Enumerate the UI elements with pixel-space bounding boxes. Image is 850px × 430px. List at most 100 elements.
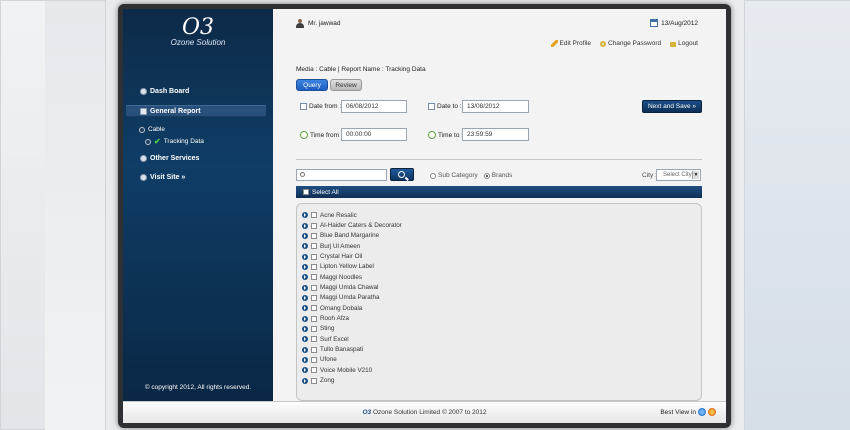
search-button[interactable] [390, 168, 414, 181]
expand-icon[interactable] [302, 346, 308, 353]
link-label: Logout [678, 40, 698, 47]
expand-icon[interactable] [302, 356, 308, 363]
expand-icon[interactable] [302, 284, 308, 291]
brand-checkbox[interactable] [311, 274, 317, 281]
search-input[interactable] [296, 169, 387, 181]
label-text: Date to : [437, 103, 462, 110]
list-item[interactable]: Burj Ul Ameen [302, 241, 701, 251]
select-all-bar[interactable]: Select All [296, 186, 702, 198]
brand-checkbox[interactable] [311, 346, 317, 353]
expand-icon[interactable] [302, 325, 308, 332]
list-item[interactable]: Omang Dobala [302, 303, 701, 313]
expand-icon[interactable] [302, 222, 308, 229]
breadcrumb: Media : Cable | Report Name : Tracking D… [296, 66, 426, 73]
calendar-icon [300, 103, 307, 110]
expand-icon[interactable] [302, 263, 308, 270]
brand-checkbox[interactable] [311, 243, 317, 250]
brand-label: Voice Mobile V210 [320, 366, 373, 374]
brand-checkbox[interactable] [311, 253, 317, 260]
brand-checkbox[interactable] [311, 232, 317, 239]
list-item[interactable]: Voice Mobile V210 [302, 365, 701, 375]
next-and-save-button[interactable]: Next and Save » [642, 100, 702, 113]
brand-label: Zong [320, 377, 335, 385]
brand-checkbox[interactable] [311, 356, 317, 363]
sidebar-sub-cable[interactable]: Cable [139, 126, 165, 133]
radio-label: Brands [491, 172, 513, 179]
radio-brands[interactable]: Brands [483, 172, 513, 179]
list-item[interactable]: Maggi Umda Chawal [302, 282, 701, 292]
expand-icon[interactable] [302, 232, 308, 239]
brand-checkbox[interactable] [311, 367, 317, 374]
list-item[interactable]: Sting [302, 324, 701, 334]
clock-icon [300, 131, 308, 139]
best-view: Best View in [660, 408, 716, 416]
date-to-input[interactable]: 13/08/2012 [462, 100, 529, 113]
time-from-input[interactable]: 00:00:00 [341, 128, 407, 141]
background-ghost-left [0, 0, 106, 430]
sidebar-sub-label: Tracking Data [163, 138, 204, 145]
list-item[interactable]: Maggi Noodles [302, 272, 701, 282]
select-all-checkbox[interactable] [303, 189, 309, 195]
expand-icon[interactable] [302, 377, 308, 384]
tab-query[interactable]: Query [296, 79, 328, 91]
brand-checkbox[interactable] [311, 315, 317, 322]
firefox-icon [708, 408, 716, 416]
radio-sub-category[interactable]: Sub Category [430, 172, 478, 179]
list-item[interactable]: Rooh Afza [302, 313, 701, 323]
expand-icon[interactable] [302, 336, 308, 343]
time-to-input[interactable]: 23:59:59 [462, 128, 529, 141]
logout-link[interactable]: Logout [670, 40, 698, 47]
edit-profile-link[interactable]: Edit Profile [550, 40, 591, 47]
tab-review[interactable]: Review [330, 79, 362, 91]
list-item[interactable]: Al-Haider Caters & Decorator [302, 220, 701, 230]
footer: O3 Ozone Solution Limited © 2007 to 2012… [123, 401, 726, 423]
divider [296, 159, 702, 160]
sidebar-item-label: Other Services [150, 155, 200, 162]
brand-checkbox[interactable] [311, 325, 317, 332]
brand-checkbox[interactable] [311, 336, 317, 343]
label-text: Date from : [309, 103, 342, 110]
brand-checkbox[interactable] [311, 284, 317, 291]
expand-icon[interactable] [302, 367, 308, 374]
expand-icon[interactable] [302, 212, 308, 219]
expand-icon[interactable] [302, 253, 308, 260]
list-item[interactable]: Acne Resalic [302, 210, 701, 220]
brand-checkbox[interactable] [311, 222, 317, 229]
brand-checkbox[interactable] [311, 212, 317, 219]
brand-label: Rooh Afza [320, 315, 350, 323]
list-item[interactable]: Blue Band Margarine [302, 231, 701, 241]
sidebar-sub-tracking-data[interactable]: ✔ Tracking Data [145, 137, 204, 146]
brand-checkbox[interactable] [311, 377, 317, 384]
list-item[interactable]: Tullo Banaspati [302, 344, 701, 354]
brand-label: Maggi Noodles [320, 273, 363, 281]
sidebar-item-visit-site[interactable]: Visit Site » [140, 174, 185, 181]
label-text: Time from : [310, 131, 343, 139]
brand-checkbox[interactable] [311, 294, 317, 301]
list-item[interactable]: Maggi Umda Paratha [302, 293, 701, 303]
brand-checkbox[interactable] [311, 263, 317, 270]
expand-icon[interactable] [302, 274, 308, 281]
change-password-link[interactable]: Change Password [599, 40, 661, 47]
list-item[interactable]: Surf Excel [302, 334, 701, 344]
list-item[interactable]: Ufone [302, 355, 701, 365]
sidebar-item-other-services[interactable]: Other Services [140, 155, 199, 162]
date-from-input[interactable]: 06/08/2012 [341, 100, 407, 113]
expand-icon[interactable] [302, 294, 308, 301]
expand-icon[interactable] [302, 305, 308, 312]
sidebar-item-label: Visit Site » [150, 174, 186, 181]
expand-icon[interactable] [302, 315, 308, 322]
sidebar-item-dashboard[interactable]: Dash Board [140, 88, 189, 95]
expand-icon[interactable] [302, 243, 308, 250]
top-links: Edit Profile Change Password Logout [550, 40, 698, 47]
sidebar-sub-label: Cable [148, 126, 165, 133]
list-item[interactable]: Lipton Yellow Label [302, 262, 701, 272]
city-select[interactable]: Select City ▼ [656, 169, 701, 181]
sidebar-item-general-report[interactable]: General Report [126, 105, 266, 117]
list-item[interactable]: Crystal Hair Oil [302, 251, 701, 261]
main-content: Mr. jawwad 13/Aug/2012 Edit Profile Chan… [273, 9, 726, 401]
brand-label: Acne Resalic [320, 211, 357, 219]
brand-checkbox[interactable] [311, 305, 317, 312]
best-view-label: Best View in [660, 408, 696, 416]
list-item[interactable]: Zong [302, 376, 701, 386]
radio-icon [139, 126, 145, 133]
